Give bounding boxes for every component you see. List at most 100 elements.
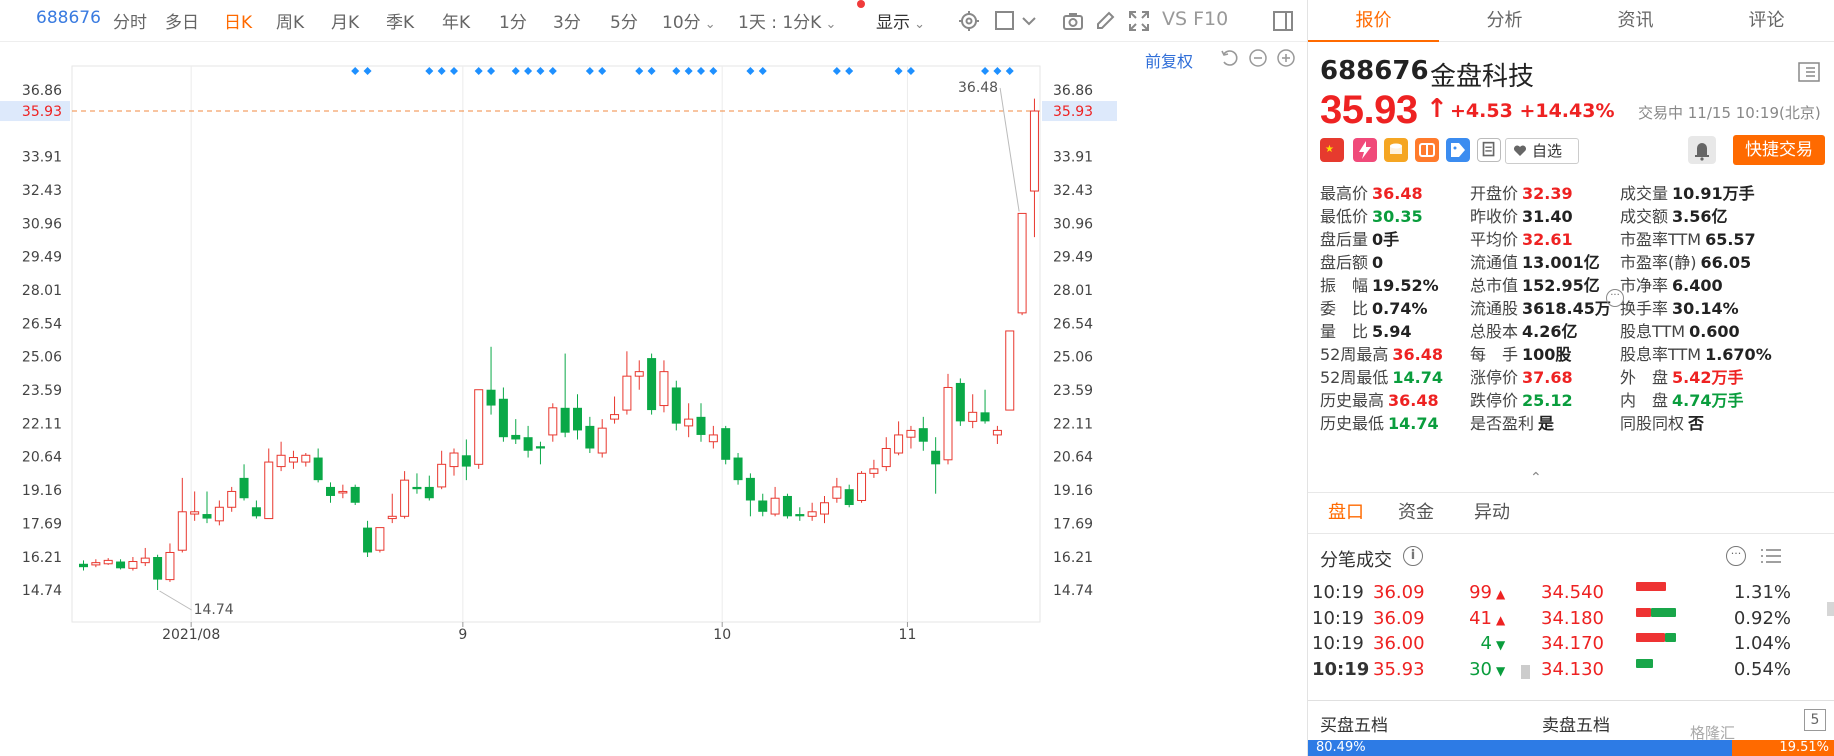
alert-bell-button[interactable] bbox=[1688, 136, 1716, 164]
stat-value: 4.74万手 bbox=[1672, 391, 1744, 410]
info-icon[interactable]: i bbox=[1403, 546, 1423, 566]
tick-price: 35.93 bbox=[1373, 658, 1425, 680]
lightning-icon[interactable] bbox=[1353, 138, 1377, 162]
tick-bar-green bbox=[1651, 607, 1676, 617]
finance-icon[interactable] bbox=[1415, 138, 1439, 162]
tag-icon[interactable] bbox=[1446, 138, 1470, 162]
stat-value: 36.48 bbox=[1372, 184, 1423, 203]
tick-percent: 0.92% bbox=[1733, 607, 1791, 629]
stat-label: 52周最低 bbox=[1320, 368, 1389, 387]
stat-value: 37.68 bbox=[1522, 368, 1573, 387]
stat-cell: 股息TTM 0.600 bbox=[1620, 318, 1740, 342]
stat-value: 0手 bbox=[1372, 230, 1400, 249]
y-tick-label-right: 14.74 bbox=[1053, 583, 1093, 599]
stat-cell: 市盈率(静) 66.05 bbox=[1620, 249, 1751, 273]
stat-label: 平均价 bbox=[1470, 230, 1519, 249]
tick-price: 36.00 bbox=[1373, 633, 1425, 654]
stat-value: 4.26亿 bbox=[1522, 322, 1578, 341]
y-tick-label-left: 32.43 bbox=[22, 183, 62, 199]
candle-body-up bbox=[832, 486, 842, 499]
stat-value: 1.670% bbox=[1705, 345, 1772, 364]
candle-body-up bbox=[992, 429, 1002, 436]
y-tick-label-right: 32.43 bbox=[1053, 183, 1093, 199]
stat-label: 换手率 bbox=[1620, 299, 1669, 318]
candlestick-chart[interactable]: 2021/08 9 10 11 36.86 36.86 33.91 33.91 32.43 32.… bbox=[0, 0, 1307, 756]
quick-trade-button[interactable]: 快捷交易 bbox=[1733, 135, 1825, 165]
tick-reference: 34.180 bbox=[1541, 607, 1604, 629]
more-info-icon[interactable]: ··· bbox=[1606, 289, 1624, 307]
stat-cell: 开盘价 32.39 bbox=[1470, 180, 1573, 204]
event-marker-diamond bbox=[981, 67, 990, 75]
more-options-icon[interactable]: ··· bbox=[1726, 546, 1746, 566]
add-watchlist-button[interactable]: 自选 bbox=[1505, 138, 1579, 164]
subtab-abnormal[interactable]: 异动 bbox=[1474, 493, 1510, 533]
subtab-orderbook[interactable]: 盘口 bbox=[1328, 493, 1364, 533]
stat-cell: 股息率TTM 1.670% bbox=[1620, 341, 1772, 365]
candle-body-up bbox=[659, 371, 669, 407]
tick-row: 10:19 36.09 41 ▲ 34.180 0.92% bbox=[1308, 604, 1834, 632]
sell-five-label[interactable]: 卖盘五档 bbox=[1542, 711, 1610, 736]
trade-status: 交易中 11/15 10:19(北京) bbox=[1638, 104, 1821, 122]
candle-body-up bbox=[288, 457, 298, 463]
candle-body-up bbox=[400, 479, 410, 517]
document-icon[interactable] bbox=[1477, 138, 1501, 162]
stat-label: 股息TTM bbox=[1620, 322, 1686, 341]
subtab-capital[interactable]: 资金 bbox=[1398, 493, 1434, 533]
stat-cell: 市盈率TTM 65.57 bbox=[1620, 226, 1756, 250]
candle-body-down bbox=[733, 457, 743, 481]
current-price-label-left: 35.93 bbox=[22, 104, 62, 120]
small-scroll-thumb[interactable] bbox=[1521, 665, 1530, 679]
y-tick-label-right: 28.01 bbox=[1053, 283, 1093, 299]
event-marker-diamond bbox=[487, 67, 496, 75]
candle-body-up bbox=[227, 490, 237, 508]
menu-list-icon[interactable] bbox=[1798, 62, 1820, 82]
stat-label: 最高价 bbox=[1320, 184, 1369, 203]
stats-row: 量 比 5.94 总股本 4.26亿 股息TTM 0.600 bbox=[1320, 318, 1830, 342]
tick-volume: 30 bbox=[1469, 658, 1492, 680]
tab-news[interactable]: 资讯 bbox=[1570, 0, 1701, 42]
candle-body-up bbox=[906, 429, 916, 438]
event-marker-diamond bbox=[993, 67, 1002, 75]
tab-analysis[interactable]: 分析 bbox=[1439, 0, 1570, 42]
stat-label: 跌停价 bbox=[1470, 391, 1519, 410]
stat-value: 31.40 bbox=[1522, 207, 1573, 226]
candle-body-down bbox=[585, 425, 595, 449]
high-annotation: 36.48 bbox=[958, 80, 998, 96]
tab-quote[interactable]: 报价 bbox=[1308, 0, 1439, 42]
tab-comments[interactable]: 评论 bbox=[1701, 0, 1832, 42]
candle-body-up bbox=[437, 463, 447, 488]
tick-title: 分笔成交 bbox=[1320, 550, 1392, 571]
stat-value: 19.52% bbox=[1372, 276, 1439, 295]
buy-five-label[interactable]: 买盘五档 bbox=[1320, 711, 1388, 736]
down-triangle-icon: ▼ bbox=[1496, 638, 1506, 652]
list-view-icon[interactable] bbox=[1760, 546, 1782, 566]
stat-cell: 盘后量 0手 bbox=[1320, 226, 1399, 250]
candle-body-up bbox=[1017, 212, 1027, 314]
stat-value: 0.600 bbox=[1689, 322, 1740, 341]
stat-value: 36.48 bbox=[1392, 345, 1443, 364]
tick-percent: 1.31% bbox=[1733, 582, 1791, 603]
stat-value: 3618.45万 bbox=[1522, 299, 1611, 318]
stats-row: 盘后量 0手 平均价 32.61 市盈率TTM 65.57 bbox=[1320, 226, 1830, 250]
stat-cell: 委 比 0.74% bbox=[1320, 295, 1428, 319]
depth-five-toggle[interactable]: 5 bbox=[1804, 709, 1826, 731]
event-marker-diamond bbox=[474, 67, 483, 75]
stats-row: 52周最高 36.48 每 手 100股 股息率TTM 1.670% bbox=[1320, 341, 1830, 365]
y-tick-label-right: 26.54 bbox=[1053, 316, 1093, 332]
candle-body-down bbox=[486, 389, 496, 406]
collapse-chevron-icon[interactable]: ⌃ bbox=[1530, 470, 1542, 486]
china-flag-icon[interactable]: ★ bbox=[1320, 138, 1344, 162]
stats-row: 委 比 0.74% 流通股 3618.45万 换手率 30.14% bbox=[1320, 295, 1830, 319]
tick-reference: 34.540 bbox=[1541, 582, 1604, 603]
y-tick-label-left: 30.96 bbox=[22, 216, 62, 232]
stat-cell: 量 比 5.94 bbox=[1320, 318, 1412, 342]
stats-row: 振 幅 19.52% 总市值 152.95亿 市净率 6.400 bbox=[1320, 272, 1830, 295]
candle-body-down bbox=[498, 398, 508, 438]
stat-cell: 流通股 3618.45万 bbox=[1470, 295, 1611, 319]
event-marker-diamond bbox=[585, 67, 594, 75]
coins-icon[interactable] bbox=[1384, 138, 1408, 162]
heart-icon bbox=[1513, 145, 1527, 156]
scroll-thumb[interactable] bbox=[1827, 602, 1834, 616]
stat-value: 14.74 bbox=[1392, 368, 1443, 387]
stat-value: 10.91万手 bbox=[1672, 184, 1755, 203]
